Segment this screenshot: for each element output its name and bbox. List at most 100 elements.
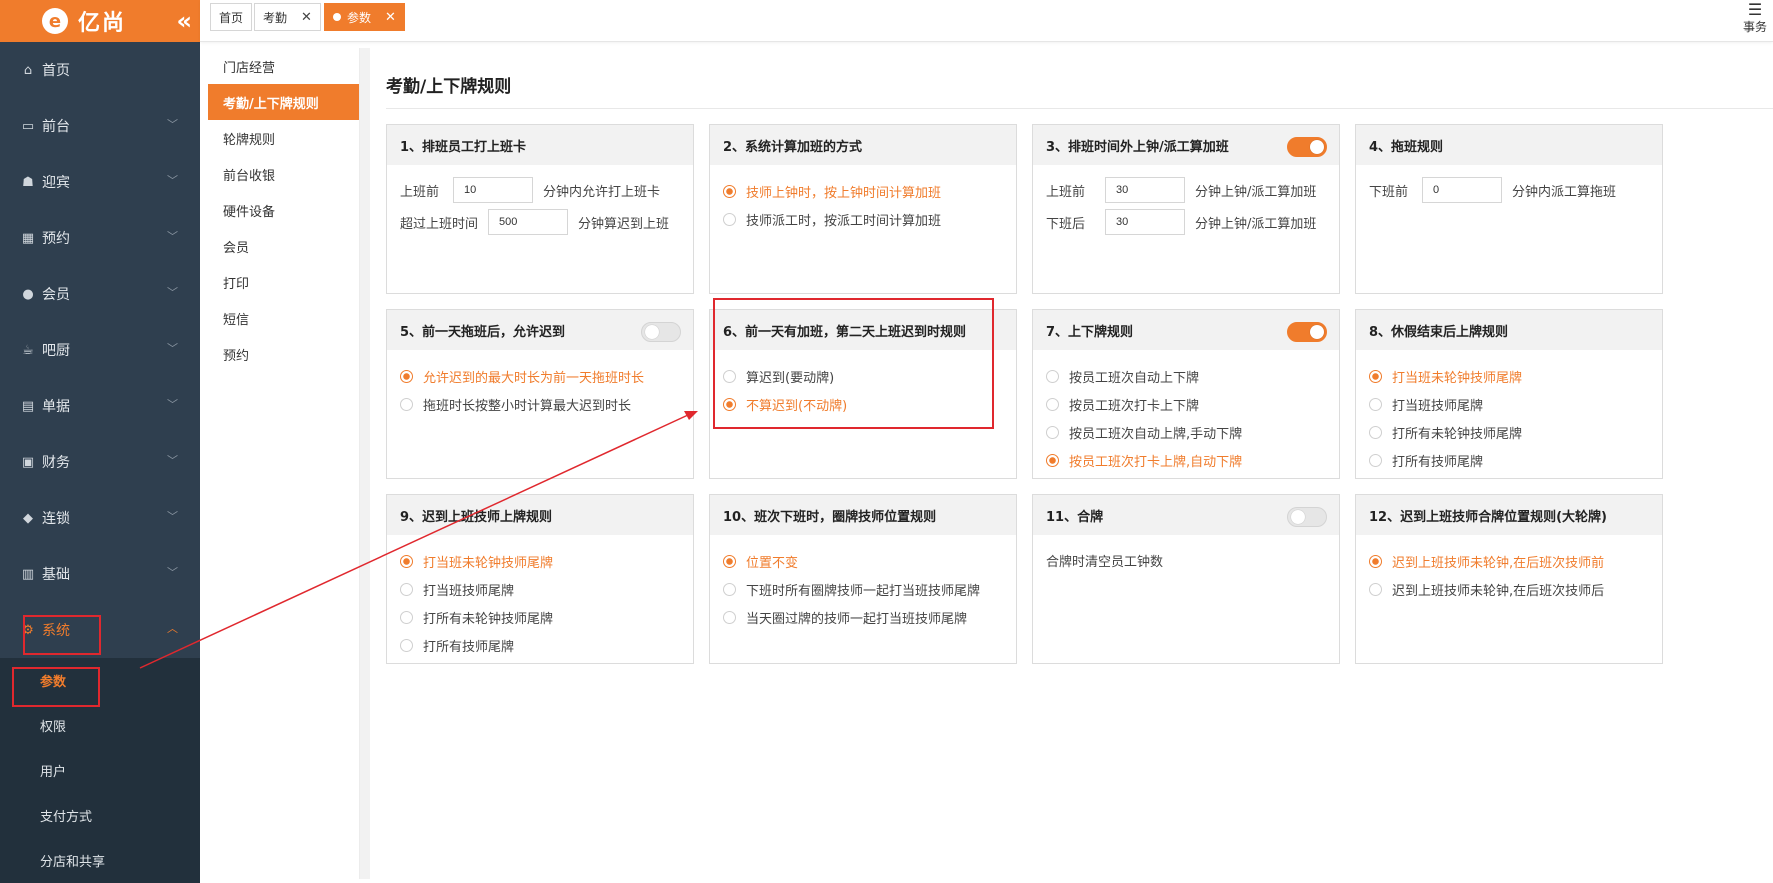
tab-attendance[interactable]: 考勤 ✕ [254, 3, 321, 31]
submenu-item[interactable]: 会员 [208, 228, 359, 264]
radio-option[interactable]: 按员工班次自动上下牌 [1046, 362, 1326, 390]
option-label: 打当班技师尾牌 [1392, 398, 1484, 414]
nav-label: 单据 [42, 399, 70, 415]
submenu-item[interactable]: 短信 [208, 300, 359, 336]
rule-card-5: 5、前一天拖班后，允许迟到 允许迟到的最大时长为前一天拖班时长 拖班时长按整小时… [386, 309, 694, 479]
chevron-down-icon: ﹀ [167, 566, 178, 579]
rule-card-12: 12、迟到上班技师合牌位置规则(大轮牌) 迟到上班技师未轮钟,在后班次技师前 迟… [1355, 494, 1663, 664]
nav-item-member[interactable]: ● 会员 ﹀ [0, 266, 200, 322]
card-title-text: 3、排班时间外上钟/派工算加班 [1046, 139, 1229, 155]
subnav-item-branches[interactable]: 分店和共享 [0, 838, 200, 883]
option-label: 打所有未轮钟技师尾牌 [1392, 426, 1523, 442]
radio-option[interactable]: 打所有未轮钟技师尾牌 [1369, 418, 1649, 446]
nav-item-bar-kitchen[interactable]: ☕ 吧厨 ﹀ [0, 322, 200, 378]
rule-card-8: 8、休假结束后上牌规则 打当班未轮钟技师尾牌 打当班技师尾牌 打所有未轮钟技师尾… [1355, 309, 1663, 479]
database-icon: ▥ [21, 566, 35, 582]
rule-card-3: 3、排班时间外上钟/派工算加班 上班前 分钟上钟/派工算加班 下班后 分钟上钟/… [1032, 124, 1340, 294]
monitor-icon: ▭ [21, 118, 35, 134]
radio-option[interactable]: 按员工班次打卡上下牌 [1046, 390, 1326, 418]
radio-option[interactable]: 迟到上班技师未轮钟,在后班次技师后 [1369, 575, 1649, 603]
tab-home[interactable]: 首页 [210, 3, 253, 31]
toggle-switch-off[interactable] [641, 322, 681, 342]
field-label: 超过上班时间 [400, 216, 479, 232]
overtime-before-minutes-input[interactable] [1105, 177, 1186, 203]
radio-option[interactable]: 允许迟到的最大时长为前一天拖班时长 [400, 362, 680, 390]
toggle-switch-on[interactable] [1287, 137, 1327, 157]
card-title-text: 5、前一天拖班后，允许迟到 [400, 324, 566, 340]
submenu-item[interactable]: 硬件设备 [208, 192, 359, 228]
radio-option[interactable]: 打所有技师尾牌 [400, 631, 680, 659]
nav-item-booking[interactable]: ▦ 预约 ﹀ [0, 210, 200, 266]
radio-unchecked-icon [400, 397, 413, 411]
radio-option[interactable]: 拖班时长按整小时计算最大迟到时长 [400, 390, 680, 418]
radio-option[interactable]: 按员工班次自动上牌,手动下牌 [1046, 418, 1326, 446]
card-description: 合牌时清空员工钟数 [1046, 555, 1164, 570]
nav-item-reception[interactable]: ☗ 迎宾 ﹀ [0, 154, 200, 210]
collapse-sidebar-button[interactable]: « [176, 7, 192, 35]
nav-item-finance[interactable]: ▣ 财务 ﹀ [0, 434, 200, 490]
submenu-item[interactable]: 轮牌规则 [208, 120, 359, 156]
toggle-switch-on[interactable] [1287, 322, 1327, 342]
submenu-item[interactable]: 门店经营 [208, 48, 359, 84]
card-title: 8、休假结束后上牌规则 [1356, 310, 1662, 350]
clock-in-before-minutes-input[interactable] [453, 177, 534, 203]
card-title: 2、系统计算加班的方式 [710, 125, 1016, 165]
late-after-minutes-input[interactable] [488, 209, 569, 235]
logo-icon: e [42, 8, 68, 34]
radio-option[interactable]: 迟到上班技师未轮钟,在后班次技师前 [1369, 547, 1649, 575]
drag-shift-minutes-input[interactable] [1422, 177, 1503, 203]
submenu-item[interactable]: 打印 [208, 264, 359, 300]
toggle-switch-off[interactable] [1287, 507, 1327, 527]
radio-option[interactable]: 打所有技师尾牌 [1369, 446, 1649, 474]
radio-option[interactable]: 打当班技师尾牌 [1369, 390, 1649, 418]
option-label: 打当班未轮钟技师尾牌 [1392, 370, 1523, 386]
field-suffix: 分钟上钟/派工算加班 [1195, 216, 1317, 232]
nav-label: 基础 [42, 567, 70, 583]
close-icon[interactable]: ✕ [301, 10, 312, 25]
radio-checked-icon [1369, 554, 1382, 568]
nav-item-basic[interactable]: ▥ 基础 ﹀ [0, 546, 200, 602]
radio-option[interactable]: 技师上钟时，按上钟时间计算加班 [723, 177, 1003, 205]
submenu-item[interactable]: 预约 [208, 336, 359, 372]
radio-unchecked-icon [400, 610, 413, 624]
rule-card-10: 10、班次下班时，圈牌技师位置规则 位置不变 下班时所有圈牌技师一起打当班技师尾… [709, 494, 1017, 664]
nav-item-front-desk[interactable]: ▭ 前台 ﹀ [0, 98, 200, 154]
radio-option[interactable]: 下班时所有圈牌技师一起打当班技师尾牌 [723, 575, 1003, 603]
rule-card-11: 11、合牌 合牌时清空员工钟数 [1032, 494, 1340, 664]
nav-item-home[interactable]: ⌂ 首页 [0, 42, 200, 98]
option-label: 位置不变 [746, 555, 799, 571]
chevron-down-icon: ﹀ [167, 454, 178, 467]
radio-option[interactable]: 当天圈过牌的技师一起打当班技师尾牌 [723, 603, 1003, 631]
subnav-item-permissions[interactable]: 权限 [0, 703, 200, 748]
annotation-box-params [12, 667, 100, 707]
radio-option[interactable]: 打当班未轮钟技师尾牌 [400, 547, 680, 575]
radio-option[interactable]: 打当班技师尾牌 [400, 575, 680, 603]
submenu-item-active[interactable]: 考勤/上下牌规则 [208, 84, 359, 120]
radio-option[interactable]: 打所有未轮钟技师尾牌 [400, 603, 680, 631]
radio-unchecked-icon [1369, 582, 1382, 596]
radio-option[interactable]: 按员工班次打卡上牌,自动下牌 [1046, 446, 1326, 474]
menu-button[interactable]: ☰ 事务 [1743, 2, 1767, 35]
nav-label: 迎宾 [42, 175, 70, 191]
chevron-down-icon: ﹀ [167, 286, 178, 299]
radio-option[interactable]: 位置不变 [723, 547, 1003, 575]
submenu-item[interactable]: 前台收银 [208, 156, 359, 192]
radio-option[interactable]: 打当班未轮钟技师尾牌 [1369, 362, 1649, 390]
subnav-item-payment[interactable]: 支付方式 [0, 793, 200, 838]
menu-label: 事务 [1742, 20, 1767, 34]
subnav-item-users[interactable]: 用户 [0, 748, 200, 793]
nav-label: 会员 [42, 287, 70, 303]
tab-params[interactable]: 参数 ✕ [324, 3, 405, 31]
chevron-down-icon: ﹀ [167, 398, 178, 411]
settings-submenu: 门店经营 考勤/上下牌规则 轮牌规则 前台收银 硬件设备 会员 打印 短信 预约 [208, 48, 360, 879]
radio-checked-icon [400, 369, 413, 383]
close-icon[interactable]: ✕ [385, 10, 396, 25]
nav-label: 财务 [42, 455, 70, 471]
option-label: 当天圈过牌的技师一起打当班技师尾牌 [746, 611, 968, 627]
nav-item-documents[interactable]: ▤ 单据 ﹀ [0, 378, 200, 434]
radio-unchecked-icon [1369, 425, 1382, 439]
radio-option[interactable]: 技师派工时，按派工时间计算加班 [723, 205, 1003, 233]
nav-item-chain[interactable]: ◆ 连锁 ﹀ [0, 490, 200, 546]
overtime-after-minutes-input[interactable] [1105, 209, 1186, 235]
option-label: 迟到上班技师未轮钟,在后班次技师前 [1392, 555, 1605, 571]
